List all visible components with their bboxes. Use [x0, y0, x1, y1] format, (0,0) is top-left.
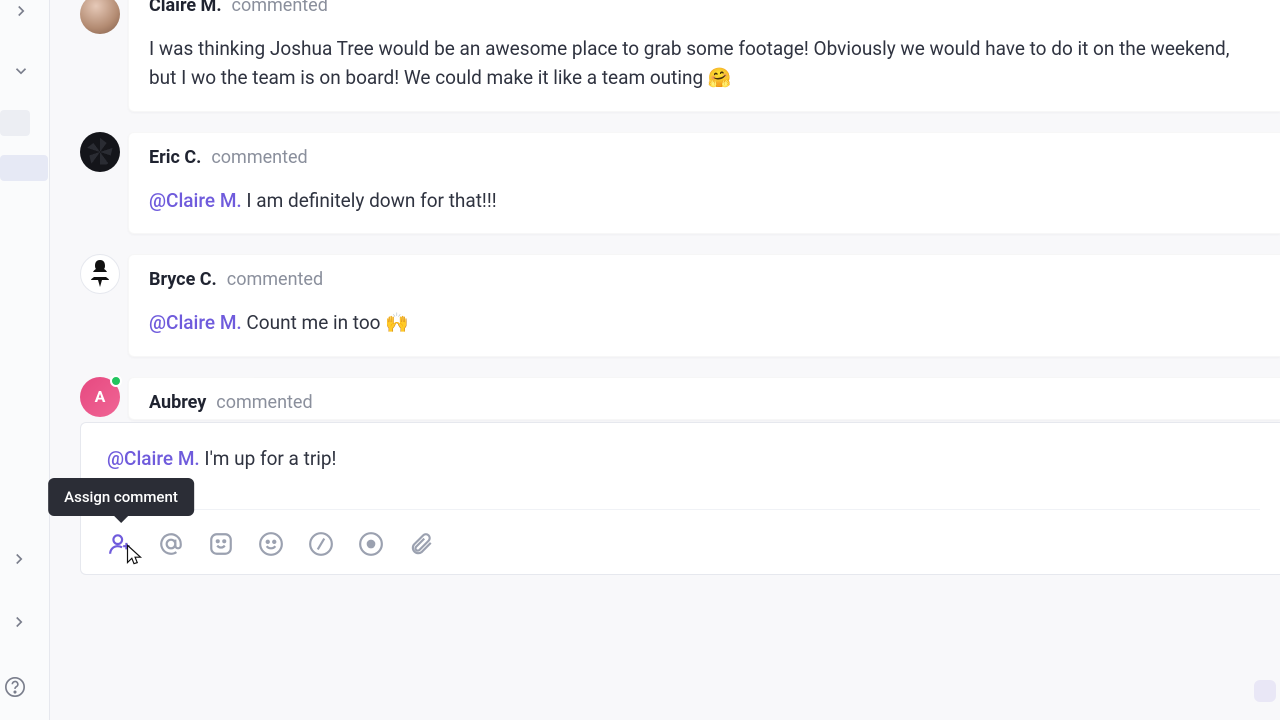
sidebar-item-active[interactable] — [0, 155, 48, 181]
comment-author: Claire M. — [149, 0, 222, 16]
tooltip: Assign comment — [48, 478, 194, 516]
comments-panel: Claire M. commented I was thinking Joshu… — [50, 0, 1280, 720]
chevron-right-icon[interactable] — [10, 550, 28, 572]
comment-editor: A Aubrey commented — [80, 377, 1280, 420]
mention[interactable]: @Claire M. — [149, 189, 242, 212]
chevron-right-icon[interactable] — [10, 613, 28, 635]
comment-meta: commented — [227, 269, 323, 290]
comment-bubble: Aubrey commented — [128, 377, 1280, 420]
sidebar-rail — [0, 0, 50, 720]
comment: Bryce C. commented @Claire M. Count me i… — [80, 254, 1280, 356]
comment-meta: commented — [216, 392, 312, 413]
avatar[interactable] — [80, 0, 120, 34]
comment-body: @Claire M. I am definitely down for that… — [149, 186, 1260, 215]
emoji-button[interactable] — [257, 530, 285, 558]
sidebar-item[interactable] — [0, 110, 30, 136]
comment-input-area[interactable]: @Claire M. I'm up for a trip! Assign com… — [80, 422, 1280, 576]
comment: Eric C. commented @Claire M. I am defini… — [80, 132, 1280, 234]
avatar[interactable] — [80, 254, 120, 294]
online-indicator — [110, 375, 122, 387]
chevron-right-icon[interactable] — [12, 2, 30, 24]
comment-author: Aubrey — [149, 392, 206, 413]
at-mention-button[interactable] — [157, 530, 185, 558]
chevron-down-icon[interactable] — [12, 62, 30, 84]
mention[interactable]: @Claire M. — [149, 311, 242, 334]
comment-body: @Claire M. Count me in too 🙌 — [149, 308, 1260, 337]
help-icon[interactable] — [4, 676, 26, 702]
comment-bubble: Claire M. commented I was thinking Joshu… — [128, 0, 1280, 112]
avatar[interactable] — [80, 132, 120, 172]
comment-bubble: Eric C. commented @Claire M. I am defini… — [128, 132, 1280, 234]
record-button[interactable] — [357, 530, 385, 558]
assign-person-button[interactable]: Assign comment — [107, 530, 135, 558]
ai-assist-button[interactable] — [207, 530, 235, 558]
attachment-button[interactable] — [407, 530, 435, 558]
comment-author: Eric C. — [149, 147, 201, 168]
avatar[interactable]: A — [80, 377, 120, 417]
send-button[interactable] — [1254, 680, 1276, 702]
editor-toolbar: Assign comment — [107, 509, 1260, 558]
comment-body: I was thinking Joshua Tree would be an a… — [149, 34, 1260, 93]
avatar-initial: A — [95, 387, 106, 406]
comment-author: Bryce C. — [149, 269, 217, 290]
comment-meta: commented — [211, 147, 307, 168]
comment-meta: commented — [232, 0, 328, 16]
comment-bubble: Bryce C. commented @Claire M. Count me i… — [128, 254, 1280, 356]
comment: Claire M. commented I was thinking Joshu… — [80, 0, 1280, 112]
slash-command-button[interactable] — [307, 530, 335, 558]
mention[interactable]: @Claire M. — [107, 447, 200, 470]
comment-input-text[interactable]: @Claire M. I'm up for a trip! — [107, 433, 1260, 500]
